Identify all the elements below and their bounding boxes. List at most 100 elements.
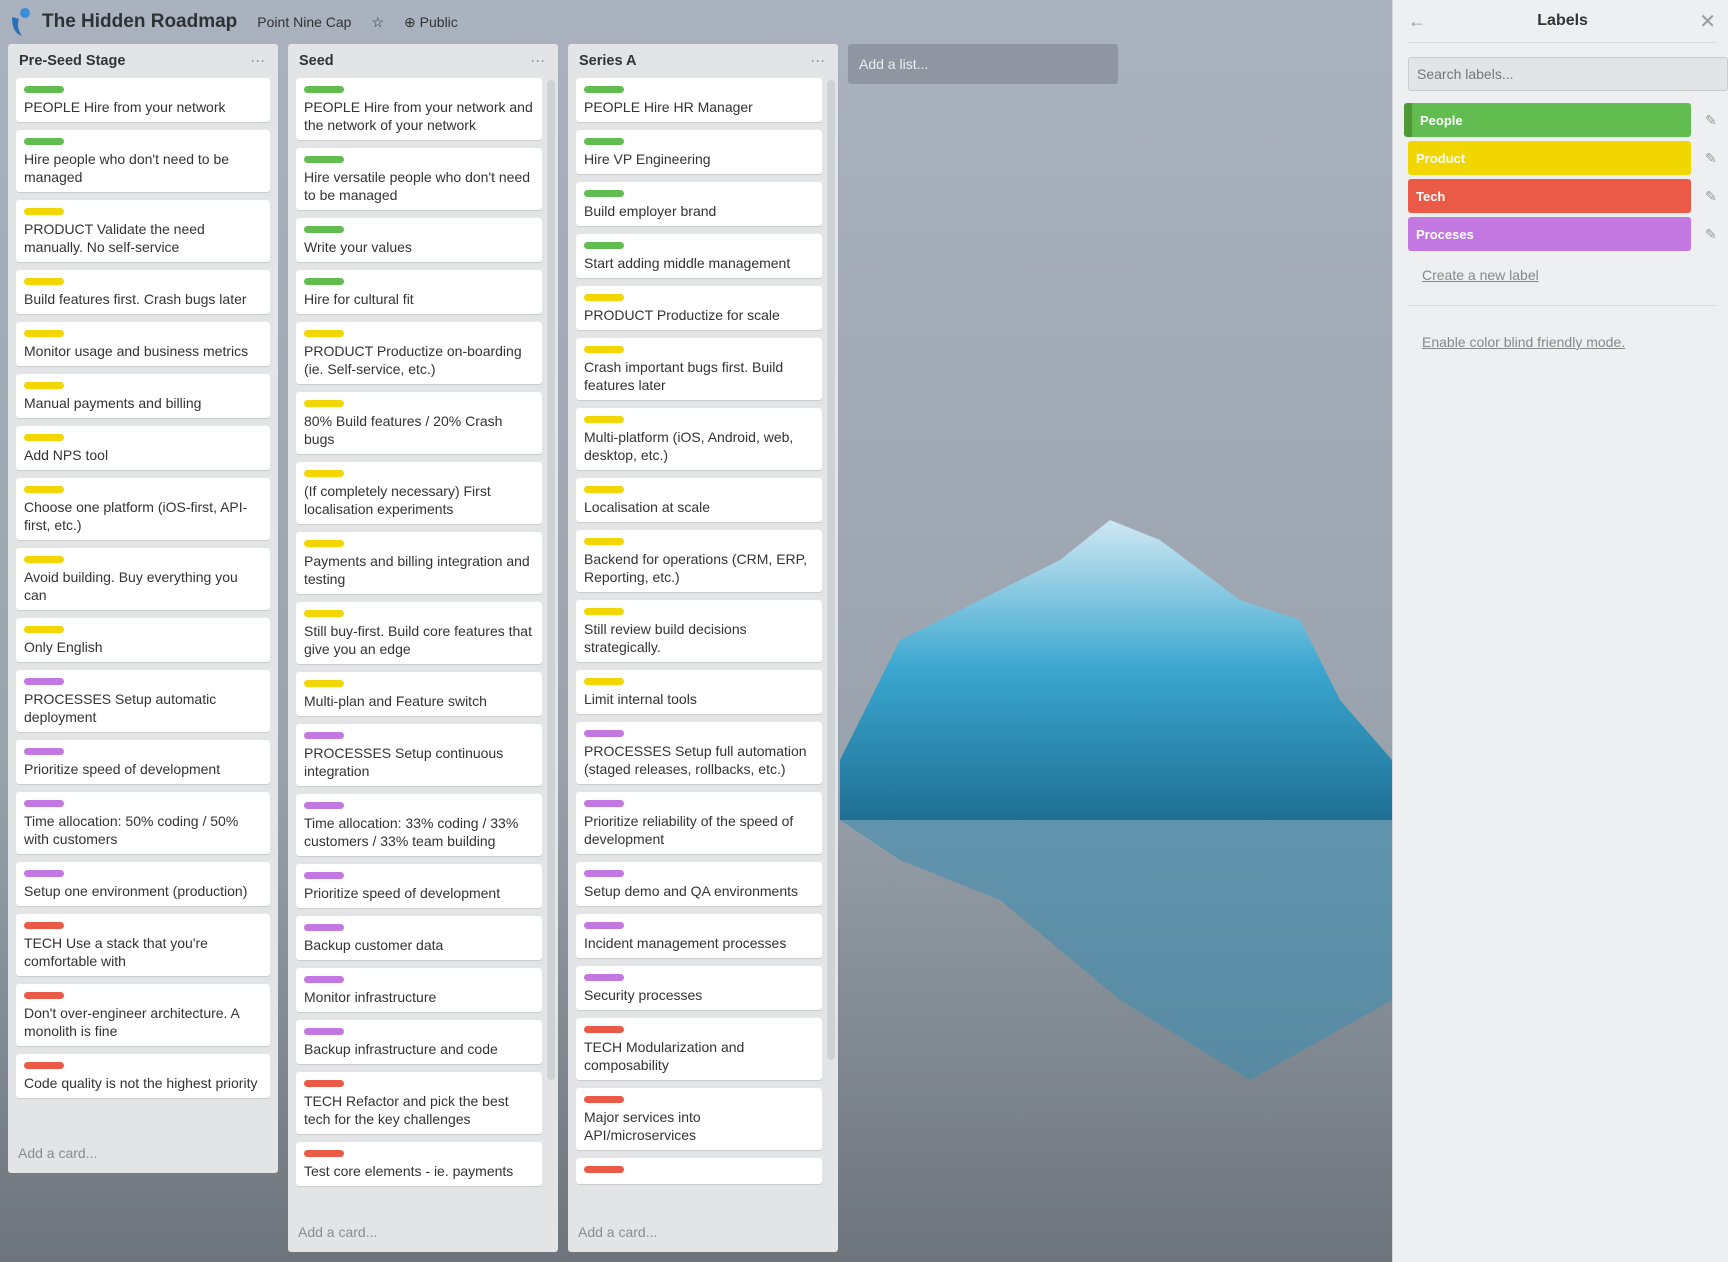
card[interactable]: Monitor usage and business metrics	[16, 322, 270, 366]
card[interactable]: Security processes	[576, 966, 822, 1010]
card[interactable]: Localisation at scale	[576, 478, 822, 522]
card[interactable]: Limit internal tools	[576, 670, 822, 714]
card-title: Major services into API/microservices	[584, 1109, 701, 1143]
labels-sidebar: ← Labels ✕ People ✎ Product ✎ Tech ✎ Proceses ✎…	[1392, 0, 1728, 1262]
card[interactable]: TECH Modularization and composability	[576, 1018, 822, 1080]
team-name[interactable]: Point Nine Cap	[257, 14, 351, 30]
card-title: Hire VP Engineering	[584, 151, 711, 167]
card[interactable]: Test core elements - ie. payments	[296, 1142, 542, 1186]
card[interactable]: Prioritize speed of development	[16, 740, 270, 784]
card[interactable]	[576, 1158, 822, 1184]
card[interactable]: Start adding middle management	[576, 234, 822, 278]
list-menu-icon[interactable]: ···	[251, 54, 266, 68]
card-title: Localisation at scale	[584, 499, 711, 515]
add-list-button[interactable]: Add a list...	[848, 44, 1118, 84]
card[interactable]: Hire VP Engineering	[576, 130, 822, 174]
card[interactable]: Don't over-engineer architecture. A mono…	[16, 984, 270, 1046]
label-yellow	[24, 382, 64, 389]
label-yellow	[584, 538, 624, 545]
card-title: PEOPLE Hire HR Manager	[584, 99, 753, 115]
card[interactable]: Write your values	[296, 218, 542, 262]
card[interactable]: Only English	[16, 618, 270, 662]
label-product[interactable]: Product	[1408, 141, 1691, 175]
list-title[interactable]: Series A	[579, 53, 637, 69]
card-title: Start adding middle management	[584, 255, 791, 271]
add-card-button[interactable]: Add a card...	[8, 1137, 278, 1173]
label-red	[584, 1166, 624, 1173]
card[interactable]: Payments and billing integration and tes…	[296, 532, 542, 594]
card[interactable]: Incident management processes	[576, 914, 822, 958]
card[interactable]: Backup infrastructure and code	[296, 1020, 542, 1064]
card[interactable]: Prioritize reliability of the speed of d…	[576, 792, 822, 854]
card[interactable]: Hire people who don't need to be managed	[16, 130, 270, 192]
card-title: Limit internal tools	[584, 691, 697, 707]
back-arrow-icon[interactable]: ←	[1408, 11, 1426, 32]
pencil-edit-icon[interactable]: ✎	[1705, 150, 1717, 167]
label-people[interactable]: People	[1404, 103, 1691, 137]
card[interactable]: Multi-plan and Feature switch	[296, 672, 542, 716]
add-card-button[interactable]: Add a card...	[568, 1216, 838, 1252]
card-title: Crash important bugs first. Build featur…	[584, 359, 784, 393]
card-title: Still buy-first. Build core features tha…	[304, 623, 532, 657]
card[interactable]: PROCESSES Setup full automation (staged …	[576, 722, 822, 784]
card[interactable]: TECH Use a stack that you're comfortable…	[16, 914, 270, 976]
card[interactable]: PROCESSES Setup automatic deployment	[16, 670, 270, 732]
card-title: Prioritize reliability of the speed of d…	[584, 813, 794, 847]
create-label-link[interactable]: Create a new label	[1422, 267, 1539, 283]
card[interactable]: PEOPLE Hire from your network and the ne…	[296, 78, 542, 140]
card[interactable]: Avoid building. Buy everything you can	[16, 548, 270, 610]
card[interactable]: Hire versatile people who don't need to …	[296, 148, 542, 210]
search-labels-input[interactable]	[1408, 57, 1728, 91]
label-tech[interactable]: Tech	[1408, 179, 1691, 213]
list-menu-icon[interactable]: ···	[531, 54, 546, 68]
card[interactable]: Time allocation: 50% coding / 50% with c…	[16, 792, 270, 854]
card-title: PROCESSES Setup continuous integration	[304, 745, 504, 779]
close-icon[interactable]: ✕	[1699, 9, 1716, 34]
pencil-edit-icon[interactable]: ✎	[1705, 188, 1717, 205]
card[interactable]: PRODUCT Validate the need manually. No s…	[16, 200, 270, 262]
add-card-button[interactable]: Add a card...	[288, 1216, 558, 1252]
list-menu-icon[interactable]: ···	[811, 54, 826, 68]
card-title: Choose one platform (iOS-first, API-firs…	[24, 499, 248, 533]
card[interactable]: Build features first. Crash bugs later	[16, 270, 270, 314]
scrollbar[interactable]	[547, 80, 555, 1080]
color-blind-mode-link[interactable]: Enable color blind friendly mode.	[1422, 334, 1625, 350]
card[interactable]: Monitor infrastructure	[296, 968, 542, 1012]
pencil-edit-icon[interactable]: ✎	[1705, 112, 1717, 129]
card[interactable]: PRODUCT Productize on-boarding (ie. Self…	[296, 322, 542, 384]
card[interactable]: Prioritize speed of development	[296, 864, 542, 908]
card[interactable]: (If completely necessary) First localisa…	[296, 462, 542, 524]
card[interactable]: 80% Build features / 20% Crash bugs	[296, 392, 542, 454]
card[interactable]: Crash important bugs first. Build featur…	[576, 338, 822, 400]
card[interactable]: Choose one platform (iOS-first, API-firs…	[16, 478, 270, 540]
list-title[interactable]: Pre-Seed Stage	[19, 53, 125, 69]
card[interactable]: PEOPLE Hire HR Manager	[576, 78, 822, 122]
card[interactable]: Manual payments and billing	[16, 374, 270, 418]
card[interactable]: TECH Refactor and pick the best tech for…	[296, 1072, 542, 1134]
visibility-button[interactable]: ⊕ Public	[404, 14, 458, 31]
card[interactable]: PROCESSES Setup continuous integration	[296, 724, 542, 786]
card[interactable]: Build employer brand	[576, 182, 822, 226]
card[interactable]: Multi-platform (iOS, Android, web, deskt…	[576, 408, 822, 470]
card[interactable]: Code quality is not the highest priority	[16, 1054, 270, 1098]
board-title[interactable]: The Hidden Roadmap	[42, 11, 237, 33]
star-icon[interactable]: ☆	[371, 14, 384, 31]
label-proceses[interactable]: Proceses	[1408, 217, 1691, 251]
card[interactable]: Hire for cultural fit	[296, 270, 542, 314]
card[interactable]: Still buy-first. Build core features tha…	[296, 602, 542, 664]
card[interactable]: Add NPS tool	[16, 426, 270, 470]
card[interactable]: Setup demo and QA environments	[576, 862, 822, 906]
card[interactable]: PEOPLE Hire from your network	[16, 78, 270, 122]
card[interactable]: Major services into API/microservices	[576, 1088, 822, 1150]
pencil-edit-icon[interactable]: ✎	[1705, 226, 1717, 243]
card[interactable]: Setup one environment (production)	[16, 862, 270, 906]
card[interactable]: PRODUCT Productize for scale	[576, 286, 822, 330]
scrollbar[interactable]	[827, 80, 835, 1060]
label-purple	[584, 800, 624, 807]
card[interactable]: Backup customer data	[296, 916, 542, 960]
list-title[interactable]: Seed	[299, 53, 334, 69]
card[interactable]: Backend for operations (CRM, ERP, Report…	[576, 530, 822, 592]
card[interactable]: Still review build decisions strategical…	[576, 600, 822, 662]
card-title: Prioritize speed of development	[304, 885, 501, 901]
card[interactable]: Time allocation: 33% coding / 33% custom…	[296, 794, 542, 856]
